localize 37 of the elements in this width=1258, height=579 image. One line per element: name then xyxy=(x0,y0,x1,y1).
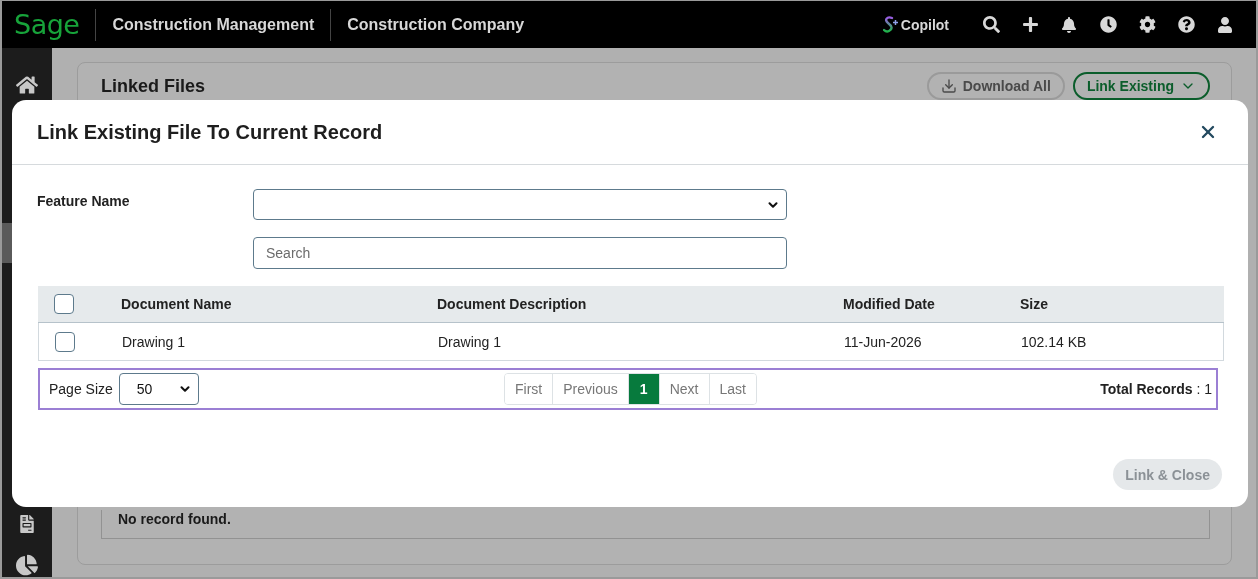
dialog-title: Link Existing File To Current Record xyxy=(37,120,383,144)
bell-icon[interactable] xyxy=(1061,16,1077,33)
field-label: Feature Name xyxy=(37,192,131,211)
pie-chart-icon xyxy=(16,554,38,576)
feature-name-select[interactable] xyxy=(253,189,787,220)
user-icon[interactable] xyxy=(1217,16,1233,33)
total-records: Total Records : 1 xyxy=(1100,381,1212,397)
search-icon[interactable] xyxy=(982,16,1000,33)
table-cell-text: 11-Jun-2026 xyxy=(844,333,923,350)
download-icon xyxy=(940,78,957,94)
table-cell-text: Drawing 1 xyxy=(122,333,187,350)
empty-message: No record found. xyxy=(118,511,231,527)
search-field[interactable]: Search xyxy=(253,237,787,269)
table-cell-text: Drawing 1 xyxy=(438,333,503,350)
card-title: Linked Files xyxy=(101,75,206,97)
home-icon xyxy=(16,74,38,96)
page-button[interactable]: 1 xyxy=(627,374,659,404)
row-checkbox[interactable] xyxy=(55,331,75,352)
clock-icon[interactable] xyxy=(1099,16,1117,33)
settings-icon[interactable] xyxy=(1138,16,1156,33)
app-name: Construction Management xyxy=(96,8,332,41)
copilot-button[interactable]: Copilot xyxy=(882,14,949,35)
help-icon[interactable] xyxy=(1177,16,1195,33)
column-header: Size xyxy=(1020,296,1049,312)
select-all-checkbox[interactable] xyxy=(54,294,74,314)
company-name[interactable]: Construction Company xyxy=(331,8,541,41)
page-button[interactable]: Last xyxy=(708,374,756,404)
table-cell-text: 102.14 KB xyxy=(1021,333,1088,350)
column-header: Modified Date xyxy=(843,296,936,312)
copilot-logo-icon xyxy=(882,14,899,35)
spreadsheet-file-icon xyxy=(18,515,36,533)
logo[interactable]: Sage xyxy=(14,8,97,41)
page-size-label: Page Size xyxy=(49,381,113,397)
column-header: Document Name xyxy=(121,296,233,312)
column-header: Document Description xyxy=(437,296,588,312)
page-size-select[interactable]: 50 xyxy=(118,373,199,405)
plus-icon[interactable] xyxy=(1021,16,1039,33)
